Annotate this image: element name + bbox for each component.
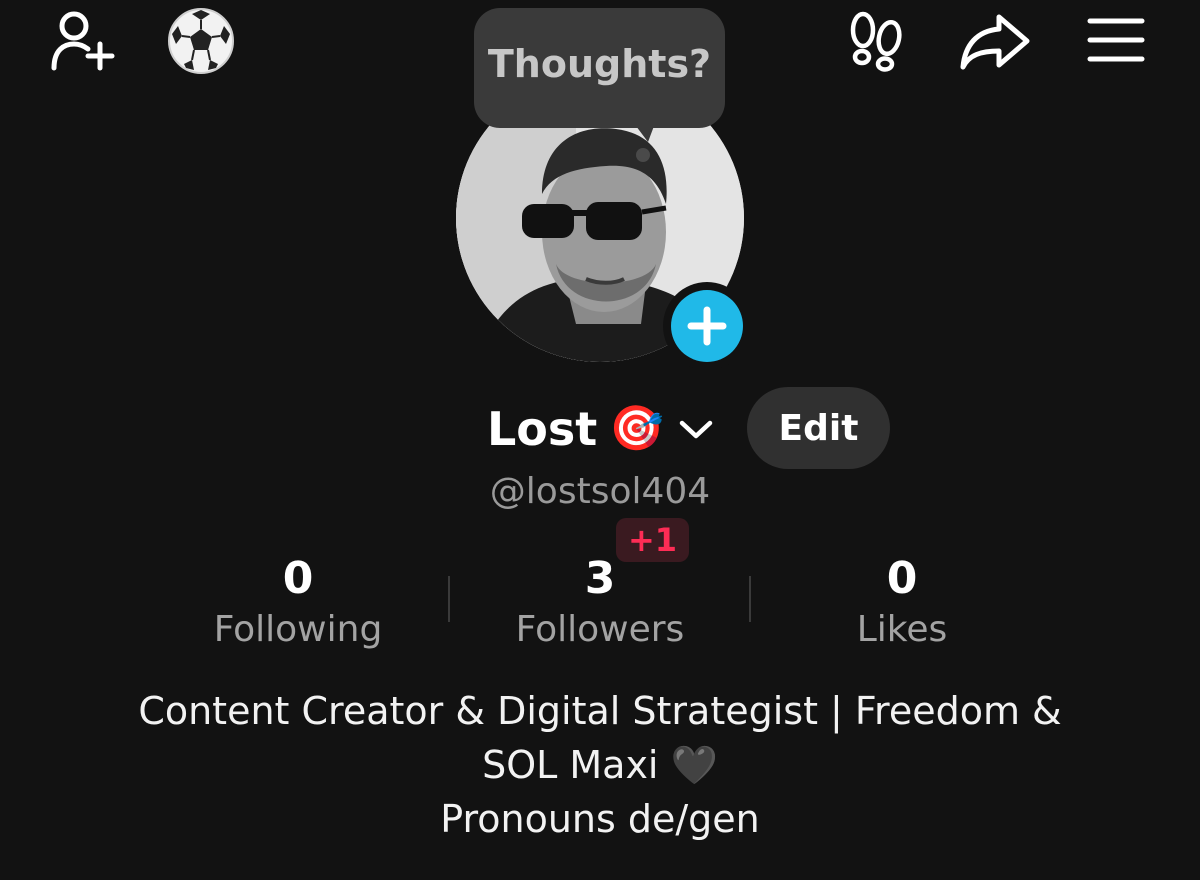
followers-stat[interactable]: 3 Followers bbox=[450, 550, 750, 652]
bio-line: SOL Maxi 🖤 bbox=[482, 743, 718, 787]
thoughts-bubble[interactable]: Thoughts? bbox=[474, 8, 725, 128]
add-story-button[interactable] bbox=[663, 282, 751, 370]
share-icon bbox=[960, 14, 1030, 70]
soccer-ball-button[interactable] bbox=[164, 4, 238, 78]
following-stat[interactable]: 0 Following bbox=[148, 550, 448, 652]
menu-button[interactable] bbox=[1084, 12, 1148, 68]
username-handle: @lostsol404 bbox=[489, 471, 711, 512]
add-story-circle bbox=[671, 290, 743, 362]
thoughts-bubble-tail bbox=[636, 126, 654, 142]
followers-label: Followers bbox=[515, 609, 685, 650]
plus-icon bbox=[687, 306, 727, 346]
hamburger-menu-icon bbox=[1087, 18, 1145, 62]
thoughts-bubble-dot bbox=[636, 148, 650, 162]
stats-divider bbox=[749, 576, 751, 622]
likes-count: 0 bbox=[886, 553, 918, 604]
edit-profile-label: Edit bbox=[778, 407, 859, 449]
footprints-icon bbox=[850, 11, 902, 72]
profile-name: Lost bbox=[487, 402, 598, 456]
following-label: Following bbox=[213, 609, 383, 650]
likes-stat[interactable]: 0 Likes bbox=[752, 550, 1052, 652]
edit-profile-button[interactable]: Edit bbox=[747, 387, 890, 469]
footprints-button[interactable] bbox=[842, 8, 910, 74]
target-emoji: 🎯 bbox=[609, 403, 665, 454]
profile-name-row[interactable]: Lost 🎯 bbox=[487, 398, 714, 460]
chevron-down-icon bbox=[679, 420, 713, 439]
bio-line: Pronouns de/gen bbox=[440, 797, 760, 841]
bio-line: Content Creator & Digital Strategist | F… bbox=[138, 689, 1062, 733]
share-button[interactable] bbox=[958, 10, 1032, 72]
person-plus-icon bbox=[51, 11, 115, 71]
followers-count: 3 bbox=[584, 553, 616, 604]
soccer-ball-icon bbox=[168, 8, 234, 74]
thoughts-bubble-text: Thoughts? bbox=[487, 42, 712, 86]
likes-label: Likes bbox=[856, 609, 948, 650]
add-friend-button[interactable] bbox=[46, 6, 124, 76]
following-count: 0 bbox=[282, 553, 314, 604]
